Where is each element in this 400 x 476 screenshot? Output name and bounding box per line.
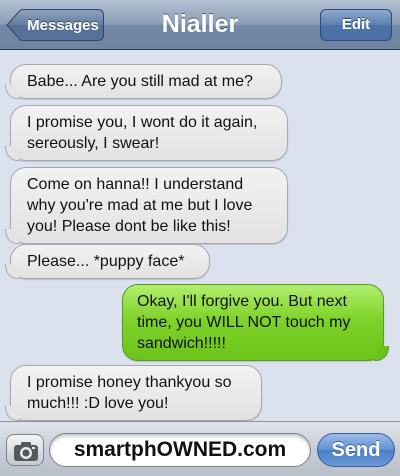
send-button[interactable]: Send [317, 433, 395, 467]
message-bubble-outgoing[interactable]: Okay, I'll forgive you. But next time, y… [122, 284, 384, 361]
message-text: I promise honey thankyou so much!!! :D l… [27, 374, 232, 412]
message-bubble-incoming[interactable]: Please... *puppy face* [10, 244, 210, 279]
message-text: Please... *puppy face* [27, 253, 185, 270]
message-bubble-incoming[interactable]: Come on hanna!! I understand why you're … [10, 167, 288, 244]
message-input[interactable]: smartphOWNED.com [49, 433, 311, 467]
message-bubble-incoming[interactable]: I promise honey thankyou so much!!! :D l… [10, 365, 262, 421]
camera-icon [14, 442, 38, 461]
camera-button[interactable] [6, 434, 44, 466]
edit-button[interactable]: Edit [320, 9, 392, 41]
message-composer: smartphOWNED.com Send [0, 421, 400, 476]
message-text: Come on hanna!! I understand why you're … [27, 176, 253, 235]
message-text: I promise you, I wont do it again, sereo… [27, 114, 258, 152]
message-bubble-incoming[interactable]: Babe... Are you still mad at me? [10, 64, 282, 99]
message-text: Okay, I'll forgive you. But next time, y… [137, 293, 351, 352]
message-text: Babe... Are you still mad at me? [27, 73, 253, 90]
message-bubble-incoming[interactable]: I promise you, I wont do it again, sereo… [10, 105, 288, 161]
message-thread[interactable]: Babe... Are you still mad at me? I promi… [0, 51, 400, 421]
nav-bar: Messages Nialler Edit [0, 0, 400, 50]
